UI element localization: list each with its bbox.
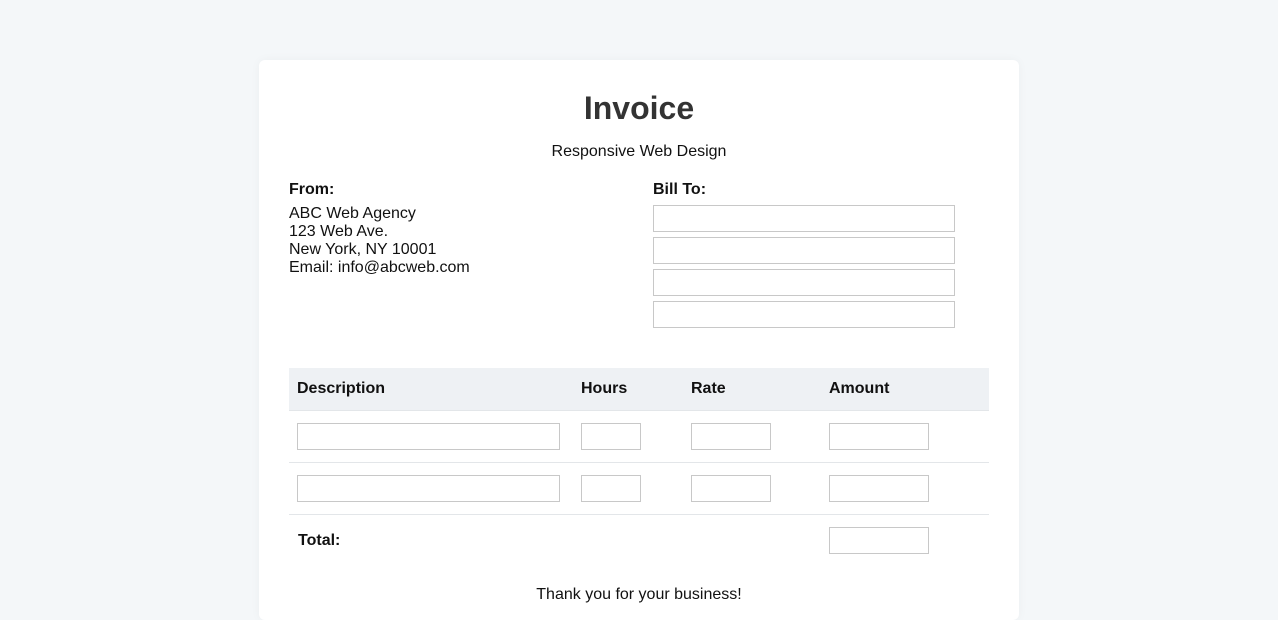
- cell-hours: [573, 410, 683, 463]
- description-input[interactable]: [297, 475, 560, 502]
- bill-to-field-4[interactable]: [653, 301, 955, 328]
- from-heading: From:: [289, 181, 335, 198]
- total-input[interactable]: [829, 527, 929, 554]
- bill-to-field-1[interactable]: [653, 205, 955, 232]
- bill-to-heading: Bill To:: [653, 181, 707, 198]
- total-label: Total:: [298, 531, 341, 549]
- header-description: Description: [289, 368, 573, 411]
- cell-amount: [821, 410, 989, 463]
- from-section: From: ABC Web Agency 123 Web Ave. New Yo…: [289, 180, 619, 277]
- cell-hours: [573, 462, 683, 515]
- invoice-title: Invoice: [583, 90, 695, 126]
- table-header-row: Description Hours Rate Amount: [289, 368, 989, 411]
- cell-total: [821, 515, 989, 567]
- description-input[interactable]: [297, 423, 560, 450]
- bill-to-field-2[interactable]: [653, 237, 955, 264]
- from-city: New York, NY 10001: [289, 241, 437, 258]
- cell-empty: [573, 515, 683, 567]
- invoice-items-table: Description Hours Rate Amount Total:: [289, 368, 989, 566]
- cell-description: [289, 410, 573, 463]
- cell-description: [289, 462, 573, 515]
- invoice-card: Invoice Responsive Web Design From: ABC …: [259, 60, 1019, 620]
- header-amount: Amount: [821, 368, 989, 411]
- bill-to-section: Bill To:: [653, 180, 983, 333]
- rate-input[interactable]: [691, 423, 771, 450]
- table-row: [289, 410, 989, 463]
- from-street: 123 Web Ave.: [289, 223, 389, 240]
- rate-input[interactable]: [691, 475, 771, 502]
- cell-rate: [683, 410, 821, 463]
- total-row: Total:: [289, 515, 989, 567]
- cell-amount: [821, 462, 989, 515]
- header-rate: Rate: [683, 368, 821, 411]
- hours-input[interactable]: [581, 475, 641, 502]
- cell-empty: [683, 515, 821, 567]
- amount-input[interactable]: [829, 423, 929, 450]
- hours-input[interactable]: [581, 423, 641, 450]
- amount-input[interactable]: [829, 475, 929, 502]
- from-company: ABC Web Agency: [289, 205, 416, 222]
- cell-rate: [683, 462, 821, 515]
- header-hours: Hours: [573, 368, 683, 411]
- thank-you-message: Thank you for your business!: [536, 586, 742, 603]
- from-email: Email: info@abcweb.com: [289, 259, 470, 276]
- invoice-subtitle: Responsive Web Design: [551, 143, 727, 160]
- bill-to-field-3[interactable]: [653, 269, 955, 296]
- table-row: [289, 462, 989, 515]
